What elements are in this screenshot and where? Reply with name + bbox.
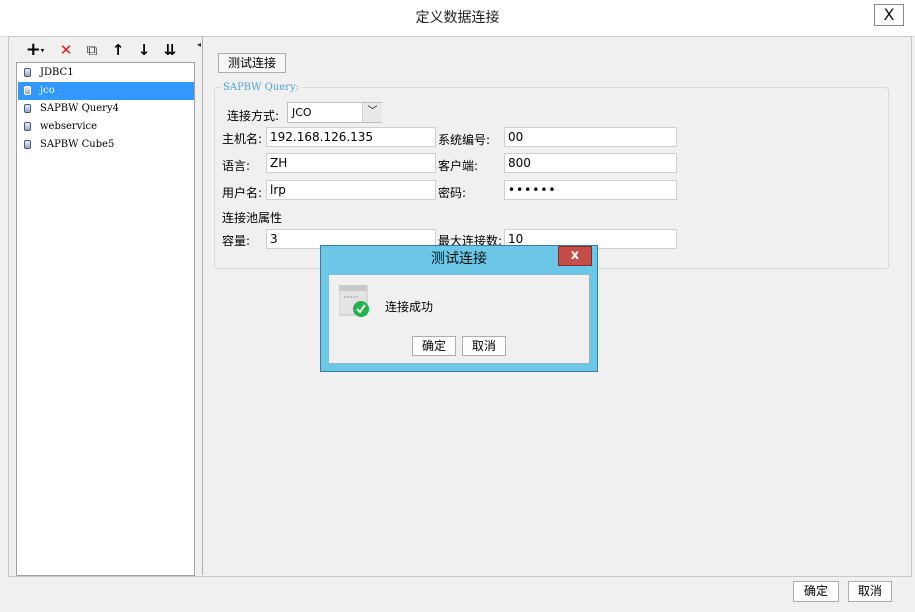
host-label: 主机名: xyxy=(222,132,263,146)
connection-icon xyxy=(24,122,31,131)
connection-icon xyxy=(24,104,31,113)
connection-list: JDBC1 jco SAPBW Query4 webservice SAPBW … xyxy=(16,62,195,576)
copy-icon[interactable]: ⧉ xyxy=(82,40,102,60)
list-item[interactable]: SAPBW Cube5 xyxy=(18,136,194,154)
client-field[interactable]: 800 xyxy=(504,153,677,173)
chevron-down-icon[interactable]: ﹀ xyxy=(362,103,382,122)
test-connection-button[interactable]: 测试连接 xyxy=(218,53,286,73)
password-field[interactable]: •••••• xyxy=(504,180,677,200)
dialog-ok-button[interactable]: 确定 xyxy=(412,336,456,356)
connection-toolbar: +▾ ✕ ⧉ ↑ ↓ ⇊ xyxy=(18,38,194,62)
language-label: 语言: xyxy=(222,159,251,173)
list-item-label: webservice xyxy=(40,121,98,132)
dialog-message: 连接成功 xyxy=(385,300,434,314)
dialog-cancel-button[interactable]: 取消 xyxy=(462,336,506,356)
add-icon[interactable]: +▾ xyxy=(22,40,48,60)
list-item[interactable]: webservice xyxy=(18,118,194,136)
list-item-label: jco xyxy=(40,85,55,96)
dialog-title: 测试连接 xyxy=(431,251,487,267)
list-item-label: SAPBW Query4 xyxy=(40,103,119,114)
client-label: 客户端: xyxy=(438,159,479,173)
list-item[interactable]: jco xyxy=(18,82,194,100)
username-label: 用户名: xyxy=(222,186,263,200)
connection-icon xyxy=(24,68,31,77)
list-item-label: SAPBW Cube5 xyxy=(40,139,115,150)
password-label: 密码: xyxy=(438,186,467,200)
success-icon xyxy=(339,285,369,317)
list-item[interactable]: SAPBW Query4 xyxy=(18,100,194,118)
language-field[interactable]: ZH xyxy=(266,153,436,173)
window-title: 定义数据连接 xyxy=(415,10,500,26)
pane-divider xyxy=(202,37,203,575)
dialog-close-button[interactable]: x xyxy=(558,246,592,266)
sort-icon[interactable]: ⇊ xyxy=(160,40,180,60)
move-up-icon[interactable]: ↑ xyxy=(108,40,128,60)
connection-icon xyxy=(24,140,31,149)
list-item-label: JDBC1 xyxy=(40,67,74,78)
ok-button[interactable]: 确定 xyxy=(793,581,839,602)
delete-icon[interactable]: ✕ xyxy=(56,40,76,60)
move-down-icon[interactable]: ↓ xyxy=(134,40,154,60)
system-number-field[interactable]: 00 xyxy=(504,127,677,147)
list-item[interactable]: JDBC1 xyxy=(18,64,194,82)
pool-section-label: 连接池属性 xyxy=(222,211,283,225)
username-field[interactable]: lrp xyxy=(266,180,436,200)
system-number-label: 系统编号: xyxy=(438,133,491,147)
connection-icon xyxy=(24,86,31,95)
host-field[interactable]: 192.168.126.135 xyxy=(266,127,436,147)
collapse-arrow-icon[interactable]: ◂ xyxy=(197,40,201,49)
cancel-button[interactable]: 取消 xyxy=(848,581,892,602)
capacity-label: 容量: xyxy=(222,234,251,248)
connection-mode-label: 连接方式: xyxy=(227,109,280,123)
group-title: SAPBW Query: xyxy=(221,82,301,93)
window-close-button[interactable]: X xyxy=(874,4,904,26)
connection-mode-value: JCO xyxy=(292,106,312,119)
